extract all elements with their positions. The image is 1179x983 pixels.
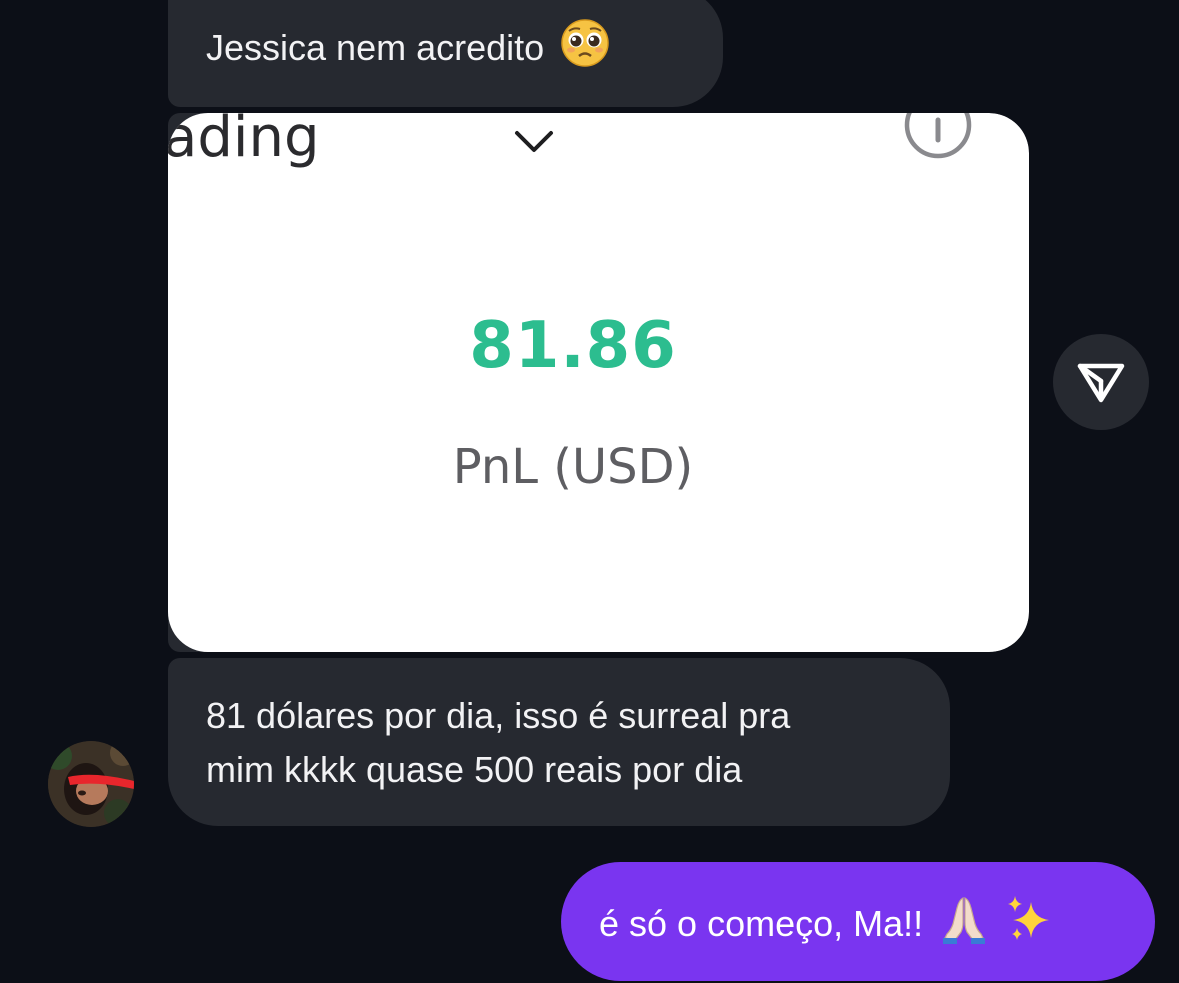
message-text: é só o começo, Ma!! (599, 903, 924, 945)
message-bubble-outgoing[interactable]: é só o começo, Ma!! (561, 862, 1155, 981)
folded-hands-emoji-icon (939, 894, 989, 959)
sparkles-emoji-icon (1005, 894, 1053, 959)
message-line: mim kkkk quase 500 reais por dia (206, 749, 743, 790)
message-bubble-incoming[interactable]: Jessica nem acredito (168, 0, 723, 107)
share-icon (1077, 363, 1125, 403)
info-icon (904, 113, 972, 159)
message-line: 81 dólares por dia, isso é surreal pra (206, 695, 791, 736)
chevron-down-icon (515, 131, 553, 152)
message-text: Jessica nem acredito (206, 27, 545, 69)
pnl-value: 81.86 (469, 309, 677, 383)
message-bubble-incoming[interactable]: 81 dólares por dia, isso é surreal pra m… (168, 658, 950, 826)
pnl-screenshot: rading 81.86 PnL (USD) (168, 113, 1029, 652)
pleading-face-emoji-icon (560, 18, 610, 83)
image-attachment[interactable]: rading 81.86 PnL (USD) (168, 113, 1029, 652)
share-button[interactable] (1053, 334, 1149, 430)
screenshot-title: rading (168, 113, 320, 170)
pnl-label: PnL (USD) (452, 439, 694, 495)
avatar[interactable] (48, 741, 134, 827)
